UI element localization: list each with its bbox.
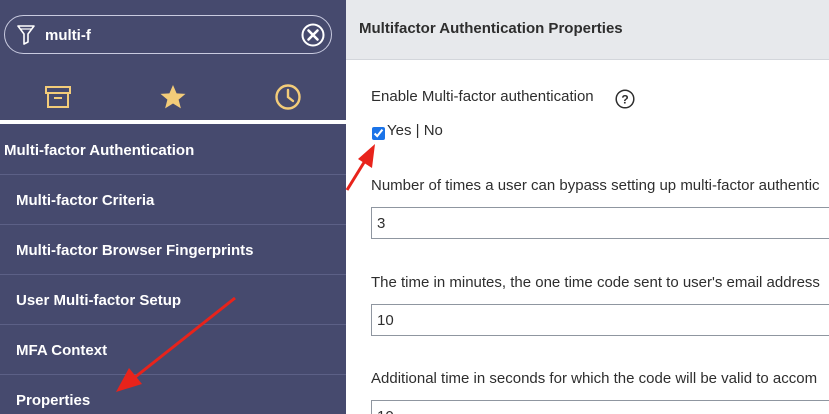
help-icon[interactable]: ? [615,89,635,109]
nav-item-browser-fingerprints[interactable]: Multi-factor Browser Fingerprints [0,226,346,275]
nav-item-label: MFA Context [16,341,108,359]
filter-icon [17,25,35,45]
bypass-count-label: Number of times a user can bypass settin… [371,177,820,194]
additional-time-field[interactable] [371,400,829,414]
nav-item-label: Properties [16,391,91,409]
tab-favorites[interactable] [115,72,230,122]
page-title: Multifactor Authentication Properties [359,20,623,37]
nav-item-properties[interactable]: Properties [0,376,346,414]
navigator-sidebar: Multi-factor Authentication Multi-factor… [0,0,346,414]
enable-mfa-checkbox[interactable] [372,127,385,140]
clear-icon[interactable] [301,23,325,47]
archive-icon [44,86,71,108]
tab-all-applications[interactable] [0,72,115,122]
nav-item-label: Multi-factor Criteria [16,191,155,209]
main-content: Multifactor Authentication Properties En… [346,0,829,414]
star-icon [160,85,185,109]
navigator-tabs [0,72,346,122]
enable-mfa-label: Enable Multi-factor authentication [371,88,594,105]
additional-time-label: Additional time in seconds for which the… [371,370,818,387]
filter-navigator[interactable] [4,15,332,54]
nav-item-user-mfa-setup[interactable]: User Multi-factor Setup [0,276,346,325]
yes-no-label: Yes | No [387,122,443,139]
nav-module-header[interactable]: Multi-factor Authentication [0,126,346,175]
code-expiry-field[interactable] [371,304,829,336]
filter-input[interactable] [45,24,285,46]
tab-history[interactable] [230,72,345,122]
nav-item-label: User Multi-factor Setup [16,291,182,309]
page-header: Multifactor Authentication Properties [346,0,829,60]
bypass-count-field[interactable] [371,207,829,239]
active-tab-indicator [0,120,346,124]
code-expiry-label: The time in minutes, the one time code s… [371,274,820,291]
svg-text:?: ? [621,93,628,107]
nav-item-multi-factor-criteria[interactable]: Multi-factor Criteria [0,176,346,225]
nav-item-label: Multi-factor Browser Fingerprints [16,241,254,259]
clock-icon [274,84,301,110]
nav-item-mfa-context[interactable]: MFA Context [0,326,346,375]
nav-header-label: Multi-factor Authentication [4,141,195,159]
